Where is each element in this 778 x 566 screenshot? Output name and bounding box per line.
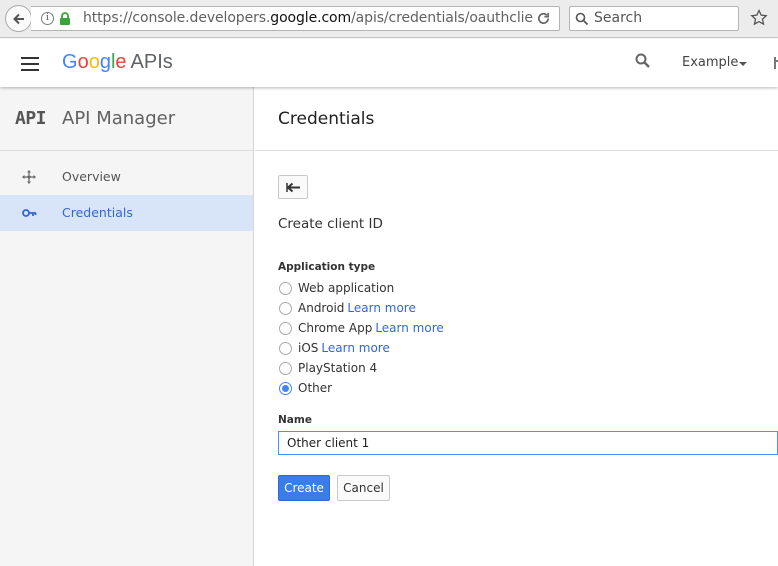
- browser-search-box[interactable]: Search: [569, 6, 739, 31]
- overview-icon: [22, 170, 36, 184]
- radio-button[interactable]: [279, 322, 292, 335]
- browser-toolbar: i https://console.developers.google.com/…: [0, 0, 778, 38]
- url-domain: google.com: [270, 10, 352, 26]
- sidebar: API API Manager Overview Credentials: [0, 87, 254, 566]
- lock-icon: [60, 12, 70, 25]
- radio-button[interactable]: [279, 282, 292, 295]
- google-apis-logo[interactable]: Google APIs: [62, 51, 173, 74]
- api-logo-icon: API: [15, 108, 47, 129]
- application-type-label: Application type: [278, 261, 376, 273]
- browser-back-button[interactable]: [5, 5, 32, 32]
- url-path: /apis/credentials/oauthclie: [351, 10, 533, 26]
- radio-label: Other: [298, 381, 332, 395]
- hamburger-menu-icon[interactable]: [21, 57, 39, 71]
- arrow-back-icon: [286, 182, 300, 193]
- create-button[interactable]: Create: [278, 475, 330, 501]
- page-header: Credentials: [255, 87, 778, 151]
- info-icon[interactable]: i: [41, 12, 54, 25]
- option-label: Chrome App: [298, 321, 373, 335]
- logo-letter: g: [99, 51, 111, 73]
- star-icon[interactable]: [750, 9, 768, 27]
- name-label: Name: [278, 414, 312, 426]
- chevron-down-icon[interactable]: [739, 62, 747, 66]
- option-label: Android: [298, 301, 345, 315]
- cancel-button[interactable]: Cancel: [337, 475, 390, 501]
- option-label: iOS: [298, 341, 319, 355]
- search-placeholder: Search: [594, 10, 643, 26]
- back-button[interactable]: [278, 175, 308, 199]
- sidebar-item-label: Overview: [62, 169, 121, 184]
- sidebar-header: API API Manager: [0, 87, 253, 151]
- radio-button[interactable]: [279, 302, 292, 315]
- name-input[interactable]: [278, 431, 778, 455]
- sidebar-item-label: Credentials: [62, 205, 133, 220]
- logo-letter: o: [88, 51, 100, 73]
- option-label: Other: [298, 381, 333, 395]
- key-icon: [22, 209, 37, 217]
- address-bar[interactable]: i https://console.developers.google.com/…: [31, 6, 560, 31]
- reload-icon[interactable]: [536, 11, 551, 26]
- search-icon: [575, 12, 589, 26]
- radio-button[interactable]: [279, 362, 292, 375]
- header-search-icon[interactable]: [635, 53, 651, 69]
- page-title: Credentials: [278, 109, 375, 129]
- logo-suffix: APIs: [130, 51, 173, 73]
- logo-letter: o: [77, 51, 89, 73]
- notifications-icon[interactable]: [771, 55, 778, 71]
- sidebar-title: API Manager: [62, 108, 176, 129]
- logo-letter: e: [115, 51, 127, 73]
- url-text: https://console.developers.google.com/ap…: [83, 10, 533, 26]
- radio-label: PlayStation 4: [298, 361, 377, 375]
- radio-label: iOS Learn more: [298, 341, 390, 355]
- option-label: Web application: [298, 281, 395, 295]
- project-selector[interactable]: Example: [682, 55, 738, 70]
- radio-button[interactable]: [279, 342, 292, 355]
- url-prefix: https://console.developers.: [83, 10, 271, 26]
- app-header: Google APIs Example: [0, 39, 778, 87]
- logo-letter: G: [62, 51, 78, 73]
- option-label: PlayStation 4: [298, 361, 378, 375]
- learn-more-link[interactable]: Learn more: [321, 341, 389, 355]
- sidebar-item-overview[interactable]: Overview: [0, 159, 253, 195]
- radio-label: Chrome App Learn more: [298, 321, 444, 335]
- back-arrow-icon: [13, 13, 24, 25]
- radio-label: Android Learn more: [298, 301, 416, 315]
- radio-label: Web application: [298, 281, 394, 295]
- learn-more-link[interactable]: Learn more: [375, 321, 443, 335]
- sidebar-item-credentials[interactable]: Credentials: [0, 195, 253, 231]
- radio-button-selected[interactable]: [279, 382, 292, 395]
- learn-more-link[interactable]: Learn more: [347, 301, 415, 315]
- form-subtitle: Create client ID: [278, 216, 383, 232]
